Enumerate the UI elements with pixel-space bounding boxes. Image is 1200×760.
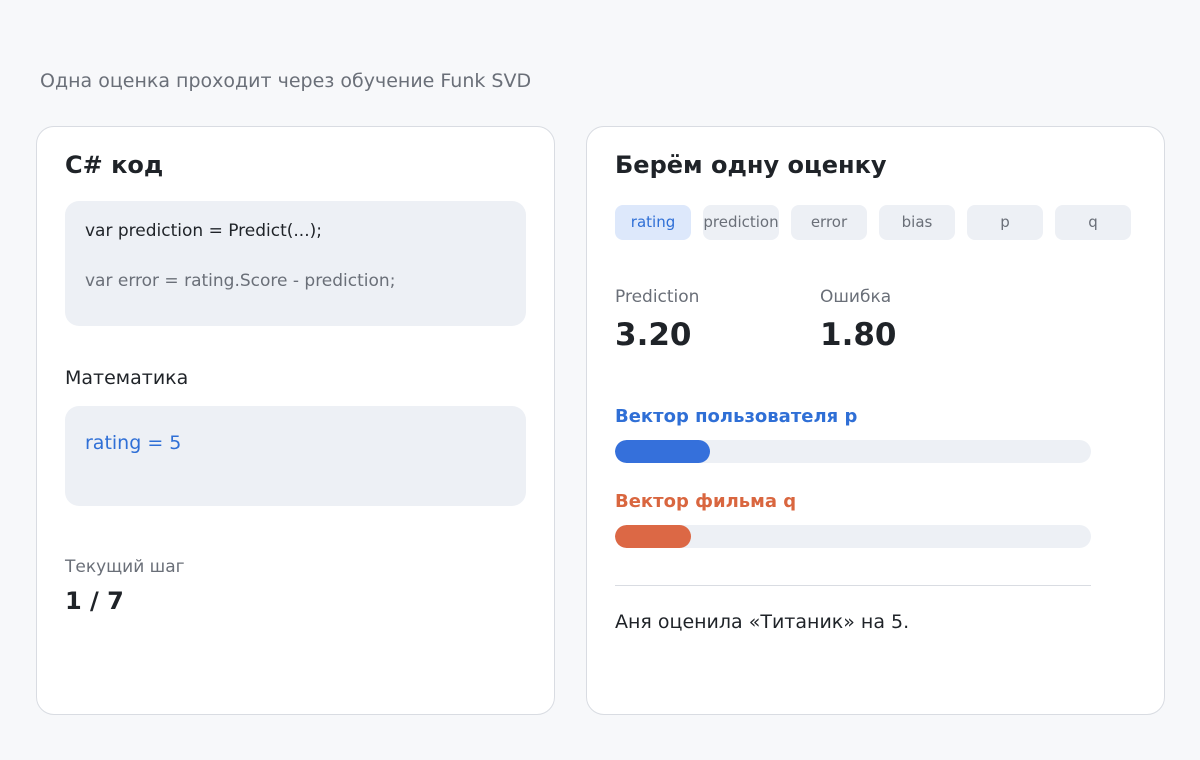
user-vector-label: Вектор пользователя p (615, 406, 858, 427)
visual-panel: Берём одну оценку rating prediction erro… (586, 126, 1165, 715)
tab-q[interactable]: q (1055, 205, 1131, 240)
math-formula: rating = 5 (85, 432, 182, 454)
error-label: Ошибка (820, 287, 892, 307)
tab-prediction[interactable]: prediction (703, 205, 779, 240)
movie-vector-track (615, 525, 1091, 548)
movie-vector-bar (615, 525, 692, 548)
visual-panel-title: Берём одну оценку (615, 151, 887, 179)
user-vector-bar (615, 440, 711, 463)
tab-rating[interactable]: rating (615, 205, 691, 240)
tab-bias[interactable]: bias (879, 205, 955, 240)
tab-error[interactable]: error (791, 205, 867, 240)
user-vector-track (615, 440, 1091, 463)
step-tabs: rating prediction error bias p q (615, 205, 1131, 240)
current-step-label: Текущий шаг (65, 557, 185, 577)
prediction-value: 3.20 (615, 317, 692, 353)
movie-vector-label: Вектор фильма q (615, 491, 797, 512)
current-step-value: 1 / 7 (65, 587, 124, 615)
page-subtitle: Одна оценка проходит через обучение Funk… (40, 70, 532, 92)
code-line-prediction: var prediction = Predict(...); (85, 221, 322, 241)
step-caption: Аня оценила «Титаник» на 5. (615, 611, 910, 633)
divider (615, 585, 1091, 586)
math-block: rating = 5 (65, 406, 526, 506)
tab-p[interactable]: p (967, 205, 1043, 240)
math-section-label: Математика (65, 367, 189, 389)
error-value: 1.80 (820, 317, 897, 353)
code-block: var prediction = Predict(...); var error… (65, 201, 526, 326)
code-panel-title: C# код (65, 151, 164, 179)
prediction-label: Prediction (615, 287, 700, 307)
code-panel: C# код var prediction = Predict(...); va… (36, 126, 555, 715)
code-line-error: var error = rating.Score - prediction; (85, 271, 396, 291)
